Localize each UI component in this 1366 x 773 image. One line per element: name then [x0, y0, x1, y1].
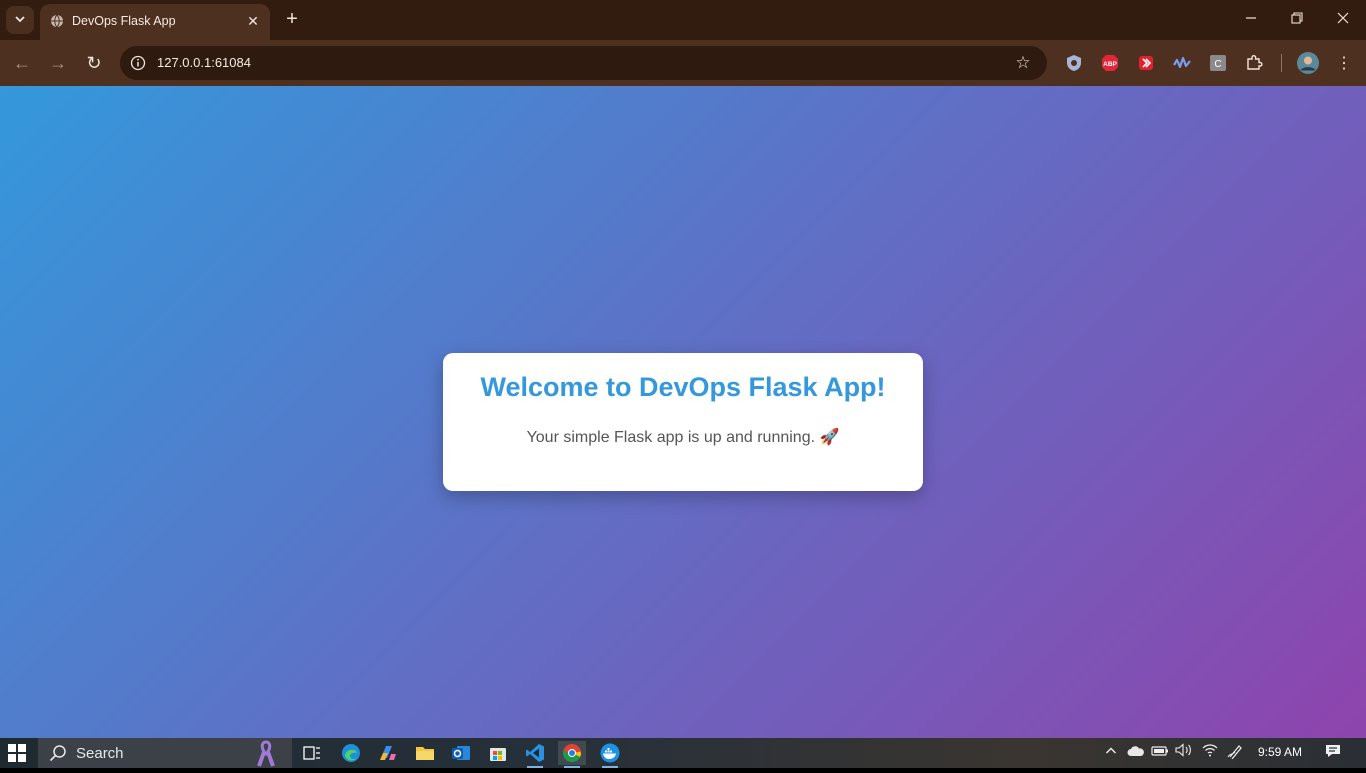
- chevron-down-icon: [14, 13, 26, 28]
- taskbar-clock[interactable]: 9:59 AM: [1258, 745, 1302, 759]
- pen-menu-icon[interactable]: [1226, 743, 1246, 763]
- browser-menu-icon[interactable]: ⋮: [1334, 53, 1354, 73]
- bookmark-star-icon[interactable]: ☆: [1013, 53, 1033, 73]
- windows-taskbar: Search 9:59 AM: [0, 738, 1366, 768]
- tab-close-icon[interactable]: ✕: [244, 12, 262, 30]
- browser-toolbar: ← → ↻ 127.0.0.1:61084 ☆ ABP C ⋮: [0, 40, 1366, 86]
- wave-extension-icon[interactable]: [1172, 53, 1192, 73]
- profile-avatar[interactable]: [1297, 52, 1319, 74]
- url-text: 127.0.0.1:61084: [157, 55, 251, 70]
- onedrive-icon[interactable]: [1126, 743, 1146, 763]
- file-explorer-icon[interactable]: [411, 741, 439, 765]
- video-extension-icon[interactable]: [1136, 53, 1156, 73]
- microsoft-store-icon[interactable]: [484, 741, 512, 765]
- awareness-ribbon-icon[interactable]: [256, 740, 276, 773]
- vscode-icon[interactable]: [521, 741, 549, 768]
- copilot-icon[interactable]: [374, 741, 402, 765]
- wifi-icon[interactable]: [1200, 743, 1220, 763]
- edge-browser-icon[interactable]: [337, 741, 365, 765]
- outlook-icon[interactable]: [447, 741, 475, 765]
- address-bar[interactable]: 127.0.0.1:61084 ☆: [120, 46, 1047, 80]
- windows-start-icon[interactable]: [8, 744, 26, 762]
- new-tab-button[interactable]: +: [280, 8, 304, 32]
- tray-overflow-chevron-icon[interactable]: [1101, 743, 1121, 763]
- site-info-icon[interactable]: [128, 53, 148, 73]
- close-window-button[interactable]: [1328, 8, 1358, 32]
- notifications-icon[interactable]: [1323, 743, 1343, 763]
- taskbar-search-box[interactable]: Search: [38, 738, 292, 768]
- tab-title: DevOps Flask App: [72, 14, 176, 28]
- welcome-card: Welcome to DevOps Flask App! Your simple…: [443, 353, 923, 491]
- page-title: Welcome to DevOps Flask App!: [480, 372, 886, 402]
- docker-icon[interactable]: [596, 741, 624, 768]
- extensions-puzzle-icon[interactable]: [1244, 53, 1264, 73]
- battery-icon[interactable]: [1150, 743, 1170, 763]
- globe-icon: [50, 14, 64, 28]
- tab-search-button[interactable]: [6, 6, 34, 34]
- search-icon: [49, 744, 67, 767]
- c-extension-label: C: [1214, 59, 1221, 70]
- tab-active[interactable]: DevOps Flask App ✕: [40, 4, 270, 40]
- back-button[interactable]: ←: [10, 51, 34, 75]
- adblock-plus-icon[interactable]: ABP: [1100, 53, 1120, 73]
- chrome-icon[interactable]: [558, 741, 586, 768]
- tab-strip: DevOps Flask App ✕ +: [0, 0, 1366, 40]
- abp-label: ABP: [1103, 61, 1117, 68]
- status-message: Your simple Flask app is up and running.…: [526, 429, 840, 446]
- minimize-button[interactable]: [1236, 8, 1266, 32]
- page-viewport: Welcome to DevOps Flask App! Your simple…: [0, 86, 1366, 738]
- forward-button[interactable]: →: [46, 51, 70, 75]
- shield-extension-icon[interactable]: [1064, 53, 1084, 73]
- restore-button[interactable]: [1282, 8, 1312, 32]
- taskbar-search-label: Search: [76, 745, 124, 762]
- volume-icon[interactable]: [1174, 743, 1194, 763]
- reload-button[interactable]: ↻: [82, 51, 106, 75]
- toolbar-divider: [1281, 54, 1282, 72]
- task-view-icon[interactable]: [298, 741, 326, 765]
- c-extension-icon[interactable]: C: [1208, 53, 1228, 73]
